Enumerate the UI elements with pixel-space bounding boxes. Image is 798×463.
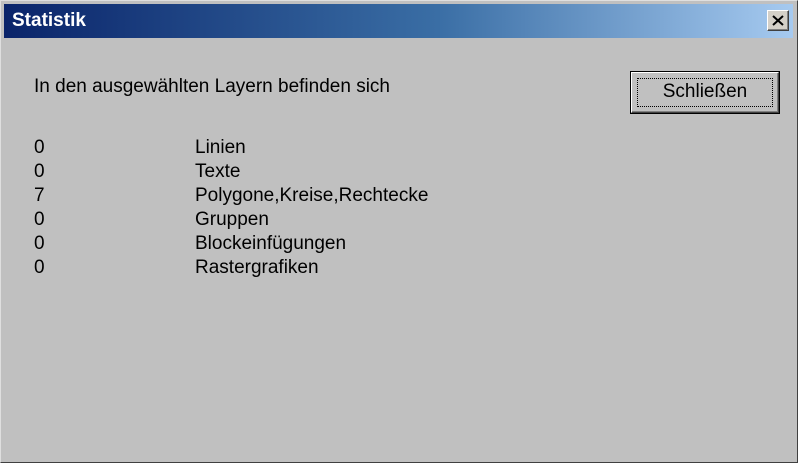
stat-label: Linien xyxy=(195,137,246,158)
statistics-list: 0 Linien 0 Texte 7 Polygone,Kreise,Recht… xyxy=(34,136,534,280)
stat-count: 0 xyxy=(34,257,45,278)
stat-count: 0 xyxy=(34,161,45,182)
stat-label: Rastergrafiken xyxy=(195,257,319,278)
statistik-dialog: Statistik In den ausgewählten Layern bef… xyxy=(0,0,798,463)
stat-row-texte: 0 Texte xyxy=(34,160,534,184)
title-bar[interactable]: Statistik xyxy=(4,4,793,38)
window-title: Statistik xyxy=(12,10,86,31)
stat-label: Polygone,Kreise,Rechtecke xyxy=(195,185,429,206)
stat-row-gruppen: 0 Gruppen xyxy=(34,208,534,232)
stat-label: Blockeinfügungen xyxy=(195,233,347,254)
stat-count: 0 xyxy=(34,137,45,158)
close-button[interactable]: Schließen xyxy=(630,71,780,114)
stat-count: 7 xyxy=(34,185,45,206)
title-close-button[interactable] xyxy=(767,10,789,31)
stat-count: 0 xyxy=(34,209,45,230)
intro-text: In den ausgewählten Layern befinden sich xyxy=(34,76,390,97)
stat-label: Gruppen xyxy=(195,209,269,230)
dialog-content: In den ausgewählten Layern befinden sich… xyxy=(4,38,794,459)
close-button-label: Schließen xyxy=(662,81,748,102)
close-icon xyxy=(772,15,784,26)
stat-count: 0 xyxy=(34,233,45,254)
stat-row-blockeinfuegungen: 0 Blockeinfügungen xyxy=(34,232,534,256)
stat-row-linien: 0 Linien xyxy=(34,136,534,160)
stat-row-rastergrafiken: 0 Rastergrafiken xyxy=(34,256,534,280)
stat-row-polygone: 7 Polygone,Kreise,Rechtecke xyxy=(34,184,534,208)
stat-label: Texte xyxy=(195,161,241,182)
